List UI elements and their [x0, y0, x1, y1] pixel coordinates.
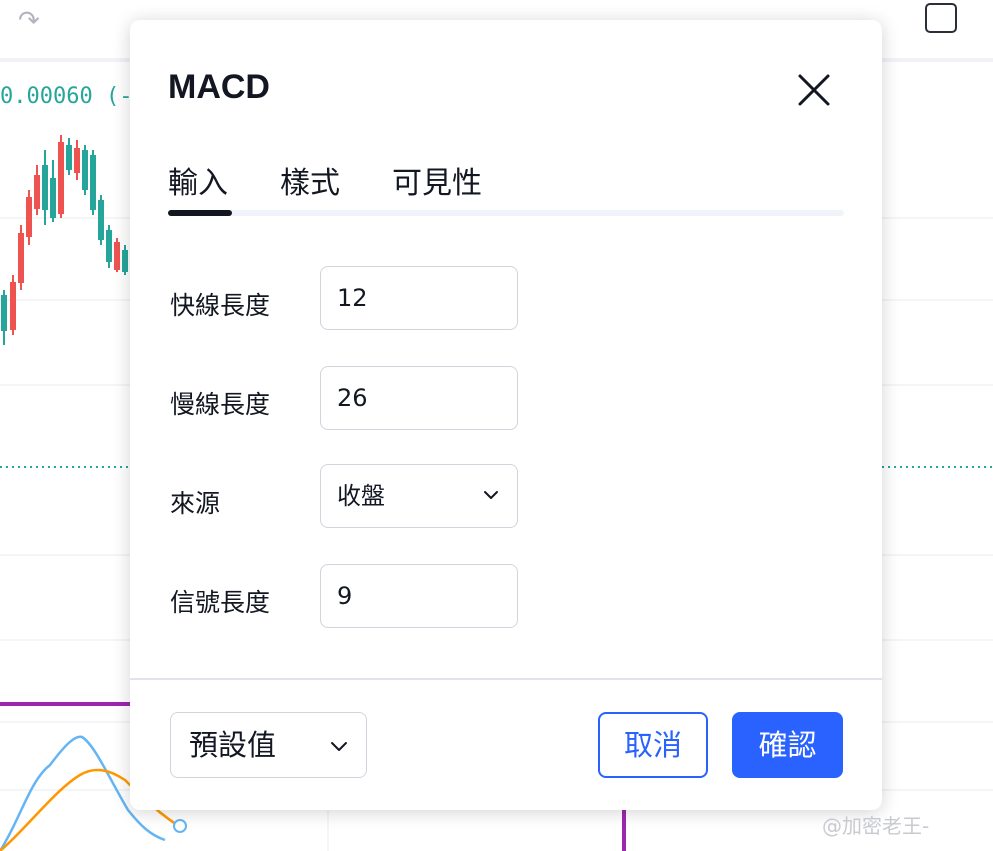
active-tab-indicator: [168, 210, 232, 216]
watermark: @加密老王-: [822, 814, 930, 838]
tab-visibility[interactable]: 可見性: [392, 158, 482, 202]
signal-length-label: 信號長度: [170, 588, 271, 617]
slow-length-label: 慢線長度: [170, 390, 271, 419]
macd-settings-dialog: MACD 輸入 樣式 可見性 快線長度 12 慢線長度 26 來源 收盤 信號長…: [130, 20, 882, 810]
tab-inputs[interactable]: 輸入: [168, 158, 228, 202]
tab-bar: 輸入 樣式 可見性: [168, 158, 844, 218]
candlesticks: [1, 135, 128, 345]
chevron-down-icon: [484, 491, 498, 499]
defaults-label: 預設值: [189, 728, 277, 762]
source-select[interactable]: 收盤: [320, 464, 518, 528]
tab-style[interactable]: 樣式: [280, 158, 340, 202]
fast-length-input[interactable]: 12: [320, 266, 518, 330]
chevron-down-icon: [331, 742, 347, 751]
signal-length-input[interactable]: 9: [320, 564, 518, 628]
defaults-dropdown[interactable]: 預設值: [170, 712, 367, 778]
source-label: 來源: [170, 489, 221, 518]
dialog-title: MACD: [168, 68, 270, 106]
footer-divider: [130, 678, 882, 680]
crossover-marker: [173, 819, 187, 833]
close-icon[interactable]: [792, 68, 836, 112]
source-value: 收盤: [337, 482, 385, 510]
confirm-button[interactable]: 確認: [732, 712, 843, 778]
slow-length-input[interactable]: 26: [320, 366, 518, 430]
fast-length-label: 快線長度: [170, 291, 271, 320]
cancel-button[interactable]: 取消: [598, 712, 708, 778]
tab-track: [168, 210, 844, 216]
